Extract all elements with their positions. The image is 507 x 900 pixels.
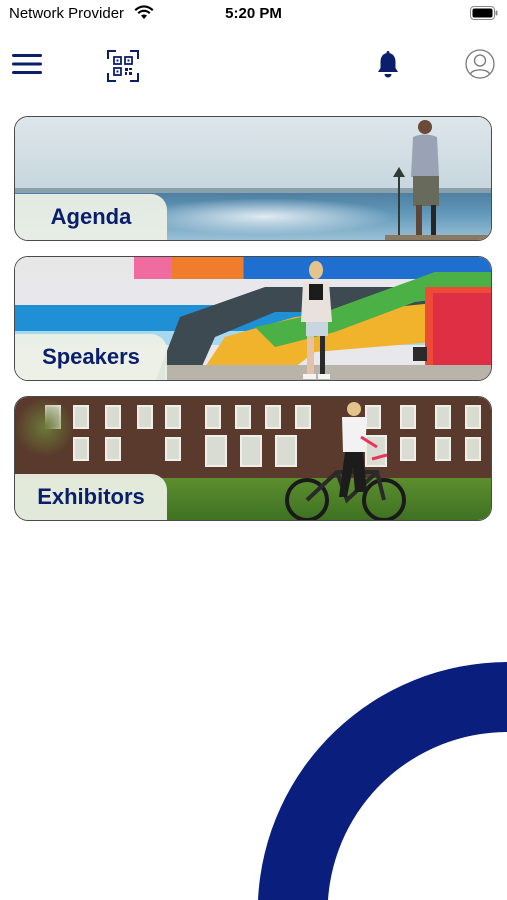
status-bar: Network Provider 5:20 PM	[0, 0, 507, 28]
speakers-label: Speakers	[15, 334, 167, 380]
status-time: 5:20 PM	[225, 5, 282, 22]
speakers-card[interactable]: Speakers	[14, 256, 492, 381]
notification-bell-icon[interactable]	[376, 51, 400, 79]
hamburger-menu-icon[interactable]	[12, 52, 42, 76]
battery-icon	[470, 6, 498, 20]
agenda-card[interactable]: Agenda	[14, 116, 492, 241]
exhibitors-card[interactable]: Exhibitors	[14, 396, 492, 521]
decorative-arc-graphic	[258, 662, 507, 900]
agenda-label: Agenda	[15, 194, 167, 240]
exhibitors-label: Exhibitors	[15, 474, 167, 520]
user-profile-icon[interactable]	[465, 49, 495, 79]
qr-code-scanner-icon[interactable]	[107, 50, 139, 82]
